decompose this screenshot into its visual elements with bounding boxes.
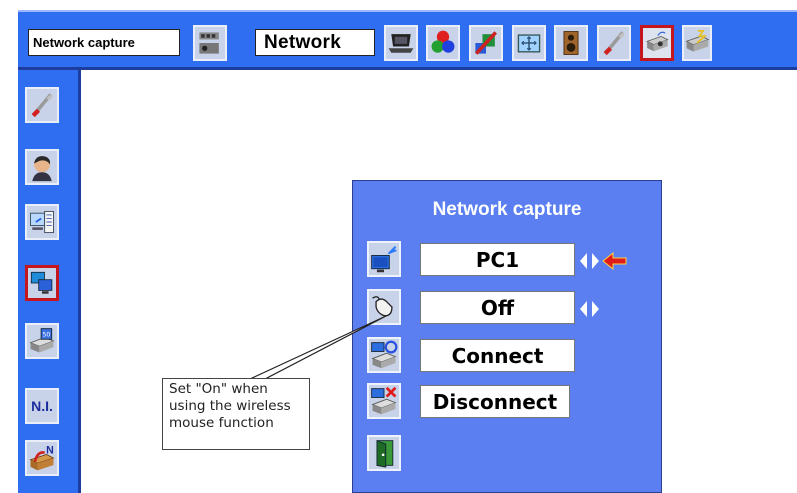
submenu-label: Network capture xyxy=(28,29,180,56)
top-menu-rule xyxy=(18,67,797,70)
eco-icon[interactable] xyxy=(682,25,712,61)
source-value-field[interactable]: PC1 xyxy=(420,243,575,276)
callout-note: Set "On" when using the wireless mouse f… xyxy=(162,378,310,450)
pc-adjust-icon[interactable] xyxy=(384,25,418,61)
capture-source-icon[interactable] xyxy=(367,241,401,277)
menu-label: Network xyxy=(255,29,375,56)
source-value-arrows[interactable] xyxy=(580,251,640,271)
mouse-value-arrows[interactable] xyxy=(580,299,640,319)
dialog-title: Network capture xyxy=(432,199,582,220)
sound-icon[interactable] xyxy=(554,25,588,61)
network-initialize-icon[interactable]: N.I. xyxy=(25,388,59,424)
network-information-icon[interactable] xyxy=(25,204,59,240)
network-capture-dialog: Network capture PC1 Off Connect Disconne… xyxy=(352,180,662,493)
network-menu-icon[interactable] xyxy=(640,25,674,61)
exit-icon[interactable] xyxy=(367,435,401,471)
network-login-icon[interactable] xyxy=(25,149,59,185)
network-capture-tool-icon[interactable] xyxy=(193,25,227,61)
ni-label: N.I. xyxy=(31,398,53,414)
network-update-icon[interactable]: N xyxy=(25,440,59,476)
image-adjust-icon[interactable] xyxy=(469,25,503,61)
top-menu-highlight xyxy=(18,10,797,12)
setting-icon[interactable] xyxy=(597,25,631,61)
network-viewer-icon[interactable]: 50 xyxy=(25,323,59,359)
connect-icon[interactable] xyxy=(367,337,401,373)
disconnect-icon[interactable] xyxy=(367,383,401,419)
network-submenu-bar: 50 N.I. N xyxy=(18,70,81,493)
network-capture-menu-icon[interactable] xyxy=(25,265,59,301)
svg-text:50: 50 xyxy=(42,332,50,339)
color-adjust-icon[interactable] xyxy=(426,25,460,61)
svg-text:N: N xyxy=(46,445,54,457)
wireless-mouse-field[interactable]: Off xyxy=(420,291,575,324)
sidebar-rule xyxy=(78,70,81,493)
disconnect-button[interactable]: Disconnect xyxy=(420,385,570,418)
network-setting-icon[interactable] xyxy=(25,87,59,123)
top-menu-bar: Network capture Network xyxy=(18,10,797,70)
mouse-icon[interactable] xyxy=(367,289,401,325)
screen-icon[interactable] xyxy=(512,25,546,61)
connect-button[interactable]: Connect xyxy=(420,339,575,372)
